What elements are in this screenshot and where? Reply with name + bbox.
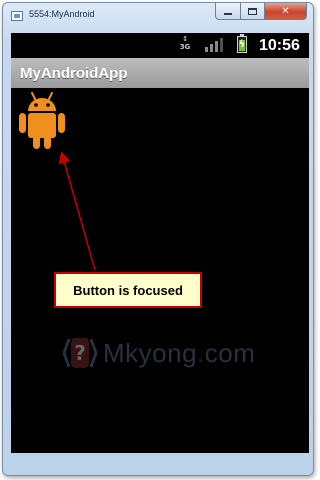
watermark-text: Mkyong.com <box>103 337 256 368</box>
mkyong-logo-icon: ? <box>63 338 97 368</box>
app-title-bar: MyAndroidApp <box>11 58 309 88</box>
minimize-button[interactable] <box>215 3 241 20</box>
android-screen: ↕ 3G ϟ 10:56 MyAndroidApp Button is focu… <box>11 33 309 453</box>
minimize-icon <box>224 12 232 15</box>
signal-strength-icon <box>205 38 223 52</box>
svg-text:?: ? <box>74 341 86 365</box>
android-robot-icon <box>19 92 65 149</box>
window-titlebar[interactable]: 5554:MyAndroid ✕ <box>3 3 313 29</box>
close-icon: ✕ <box>281 5 290 17</box>
window-title: 5554:MyAndroid <box>29 9 95 19</box>
battery-charging-icon: ϟ <box>237 34 247 53</box>
app-content: Button is focused <box>11 88 309 453</box>
focus-callout: Button is focused <box>54 272 202 308</box>
emulator-window-icon <box>11 11 23 21</box>
emulator-window: 5554:MyAndroid ✕ ↕ 3G ϟ 10:56 MyAndroidA… <box>2 2 314 476</box>
maximize-button[interactable] <box>241 3 265 20</box>
status-clock: 10:56 <box>259 37 300 54</box>
maximize-icon <box>248 7 257 15</box>
android-image-button[interactable] <box>15 90 69 152</box>
watermark: ? Mkyong.com <box>63 333 255 373</box>
app-title: MyAndroidApp <box>20 65 128 82</box>
window-controls: ✕ <box>215 3 307 21</box>
status-bar: ↕ 3G ϟ 10:56 <box>11 33 309 58</box>
close-button[interactable]: ✕ <box>265 3 307 20</box>
network-3g-icon: ↕ 3G <box>179 35 191 52</box>
